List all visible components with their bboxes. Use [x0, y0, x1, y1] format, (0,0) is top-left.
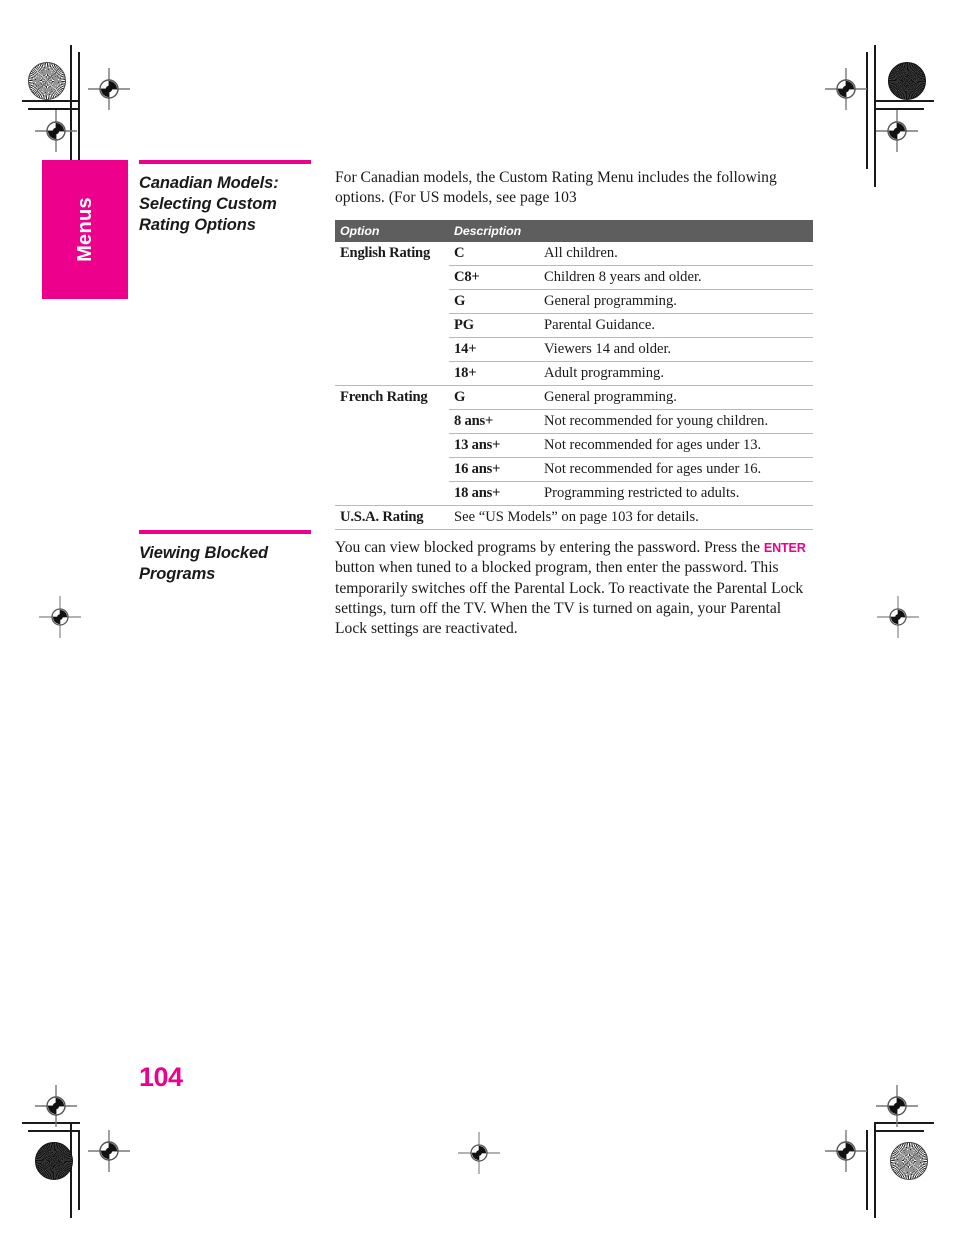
table-row: French Rating G General programming.	[335, 385, 813, 506]
registration-target-icon	[35, 110, 77, 152]
option-description: Children 8 years and older.	[539, 265, 813, 290]
option-code: 13 ans+	[449, 433, 539, 458]
option-code: 8 ans+	[449, 409, 539, 434]
crop-mark-line	[876, 100, 934, 102]
registration-target-icon	[825, 1130, 867, 1172]
registration-target-icon	[88, 68, 130, 110]
option-code: C8+	[449, 265, 539, 290]
halftone-density-circle	[890, 1142, 928, 1180]
document-page: Menus Canadian Models: Selecting Custom …	[0, 0, 954, 1235]
crop-mark-line	[866, 52, 868, 169]
crop-mark-line	[78, 1130, 80, 1210]
section-heading-viewing-blocked: Viewing Blocked Programs	[139, 530, 311, 585]
crop-mark-line	[22, 1122, 80, 1124]
crop-mark-line	[866, 1130, 868, 1210]
registration-target-icon	[876, 1085, 918, 1127]
halftone-density-circle	[888, 62, 926, 100]
option-description: Not recommended for ages under 16.	[539, 457, 813, 482]
option-code: 14+	[449, 337, 539, 362]
enter-button-reference: ENTER	[763, 541, 806, 555]
table-body: English Rating C All children. C8+ Child…	[335, 241, 813, 530]
option-code: 18+	[449, 361, 539, 386]
crop-mark-line	[70, 1122, 72, 1218]
registration-target-icon	[825, 68, 867, 110]
option-description: Not recommended for young children.	[539, 409, 813, 434]
custom-rating-options-table: Option Description English Rating C All …	[335, 219, 813, 530]
crop-mark-line	[28, 108, 80, 110]
registration-target-icon	[39, 596, 81, 638]
registration-target-icon	[458, 1132, 500, 1174]
section-tab-menus: Menus	[42, 160, 128, 299]
rating-category-french: French Rating	[335, 385, 449, 506]
option-description: All children.	[539, 241, 813, 266]
section-title: Viewing Blocked Programs	[139, 544, 269, 583]
option-description: Adult programming.	[539, 361, 813, 386]
halftone-density-circle	[35, 1142, 73, 1180]
registration-target-icon	[877, 596, 919, 638]
section-content-viewing-blocked: You can view blocked programs by enterin…	[335, 538, 815, 639]
option-code: 18 ans+	[449, 481, 539, 506]
option-code: 16 ans+	[449, 457, 539, 482]
option-description: General programming.	[539, 289, 813, 314]
crop-mark-line	[874, 45, 876, 187]
section-tab-label: Menus	[73, 197, 96, 262]
paragraph-text-after: button when tuned to a blocked program, …	[335, 559, 804, 638]
option-description: Programming restricted to adults.	[539, 481, 813, 506]
crop-mark-line	[22, 100, 80, 102]
rating-category-usa: U.S.A. Rating	[335, 505, 449, 530]
table-header-row: Option Description	[335, 219, 813, 242]
usa-rating-note: See “US Models” on page 103 for details.	[449, 505, 813, 530]
column-header-description: Description	[449, 219, 813, 242]
crop-mark-line	[876, 1122, 934, 1124]
crop-mark-line	[28, 1130, 80, 1132]
column-header-option: Option	[335, 219, 449, 242]
option-description: Parental Guidance.	[539, 313, 813, 338]
option-code: G	[449, 385, 539, 410]
section-title: Canadian Models: Selecting Custom Rating…	[139, 174, 279, 234]
option-code: PG	[449, 313, 539, 338]
rating-category-english: English Rating	[335, 241, 449, 386]
option-description: Viewers 14 and older.	[539, 337, 813, 362]
viewing-blocked-paragraph: You can view blocked programs by enterin…	[335, 538, 815, 639]
registration-target-icon	[88, 1130, 130, 1172]
option-code: C	[449, 241, 539, 266]
heading-rule	[139, 160, 311, 164]
intro-paragraph: For Canadian models, the Custom Rating M…	[335, 169, 777, 207]
paragraph-text-before: You can view blocked programs by enterin…	[335, 539, 764, 556]
option-code: G	[449, 289, 539, 314]
registration-target-icon	[876, 110, 918, 152]
registration-target-icon	[35, 1085, 77, 1127]
table-row: U.S.A. Rating See “US Models” on page 10…	[335, 505, 813, 530]
section-heading-canadian-models: Canadian Models: Selecting Custom Rating…	[139, 160, 311, 236]
option-description: Not recommended for ages under 13.	[539, 433, 813, 458]
heading-rule	[139, 530, 311, 534]
table-row: English Rating C All children.	[335, 241, 813, 386]
halftone-density-circle	[28, 62, 66, 100]
crop-mark-line	[874, 1122, 876, 1218]
crop-mark-line	[876, 1130, 924, 1132]
section-content-canadian-models: For Canadian models, the Custom Rating M…	[335, 168, 815, 530]
page-number: 104	[139, 1062, 183, 1092]
crop-mark-line	[78, 52, 80, 169]
option-description: General programming.	[539, 385, 813, 410]
crop-mark-line	[876, 108, 924, 110]
